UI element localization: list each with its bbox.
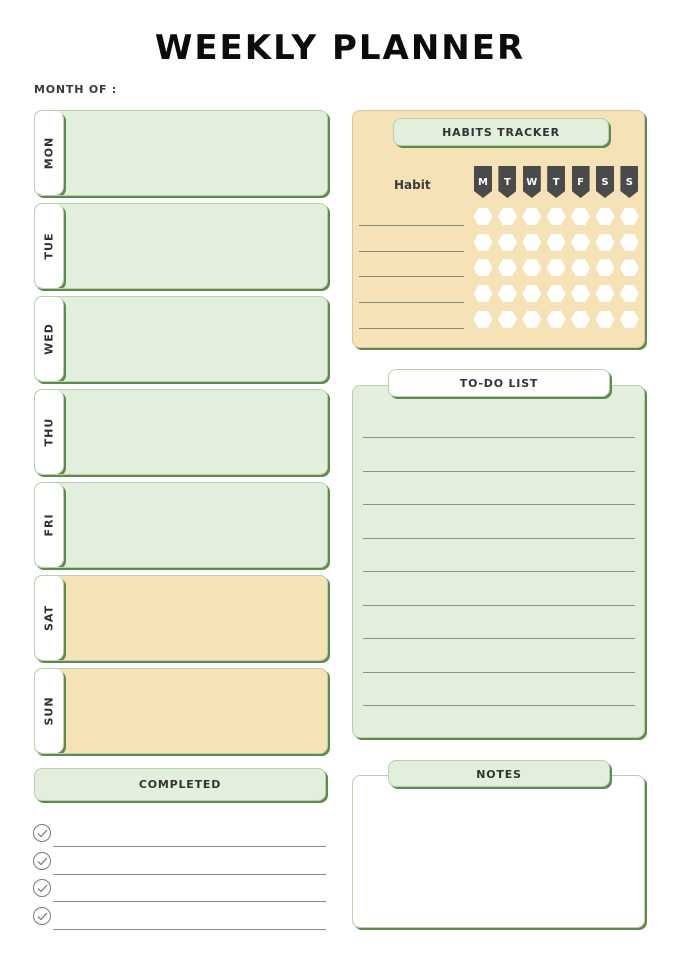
todo-line[interactable]	[363, 437, 635, 438]
day-label: MON	[42, 136, 56, 170]
completed-line	[53, 928, 326, 930]
habits-tracker-header: HABITS TRACKER	[393, 118, 609, 146]
day-box-wed[interactable]: WED	[34, 296, 328, 382]
day-label: THU	[42, 417, 56, 447]
day-label: FRI	[42, 513, 56, 537]
day-tab: THU	[35, 390, 64, 474]
day-tab: SUN	[35, 669, 64, 753]
day-box-mon[interactable]: MON	[34, 110, 328, 196]
day-box-sun[interactable]: SUN	[34, 668, 328, 754]
todo-list-header: TO-DO LIST	[388, 369, 610, 397]
todo-line[interactable]	[363, 671, 635, 673]
day-label: TUE	[42, 232, 56, 260]
day-box-fri[interactable]: FRI	[34, 482, 328, 568]
habit-column-label: Habit	[394, 178, 431, 192]
day-label: SAT	[42, 604, 56, 632]
habit-name-line[interactable]	[359, 225, 464, 226]
notes-header: NOTES	[388, 760, 610, 787]
day-tab: WED	[35, 297, 64, 381]
day-box-tue[interactable]: TUE	[34, 203, 328, 289]
todo-line[interactable]	[363, 470, 635, 472]
day-label: SUN	[42, 696, 56, 726]
day-tab: SAT	[35, 576, 64, 660]
habit-name-line[interactable]	[359, 302, 464, 304]
day-tab: MON	[35, 111, 64, 195]
completed-item[interactable]	[33, 903, 326, 931]
todo-line[interactable]	[363, 638, 635, 639]
day-box-sat[interactable]: SAT	[34, 575, 328, 661]
check-circle-icon[interactable]	[33, 906, 51, 925]
habit-name-line[interactable]	[359, 250, 464, 252]
day-tab: FRI	[35, 483, 64, 567]
page-title: WEEKLY PLANNER	[154, 28, 526, 68]
todo-line[interactable]	[363, 571, 635, 572]
notes-panel[interactable]	[352, 775, 645, 928]
completed-item[interactable]	[33, 848, 326, 876]
todo-line[interactable]	[363, 604, 635, 606]
habit-name-line[interactable]	[359, 327, 464, 329]
day-box-thu[interactable]: THU	[34, 389, 328, 475]
check-circle-icon[interactable]	[33, 879, 51, 897]
completed-header: COMPLETED	[34, 768, 326, 801]
day-label: WED	[42, 323, 56, 355]
todo-line[interactable]	[363, 537, 635, 539]
month-of-label: MONTH OF :	[34, 83, 118, 96]
habit-name-line[interactable]	[359, 276, 464, 278]
day-tab: TUE	[35, 204, 64, 288]
todo-line[interactable]	[363, 504, 635, 505]
check-circle-icon[interactable]	[33, 851, 51, 870]
completed-item[interactable]	[33, 875, 326, 903]
todo-line[interactable]	[363, 705, 635, 706]
check-circle-icon[interactable]	[33, 824, 51, 842]
completed-item[interactable]	[33, 820, 326, 848]
